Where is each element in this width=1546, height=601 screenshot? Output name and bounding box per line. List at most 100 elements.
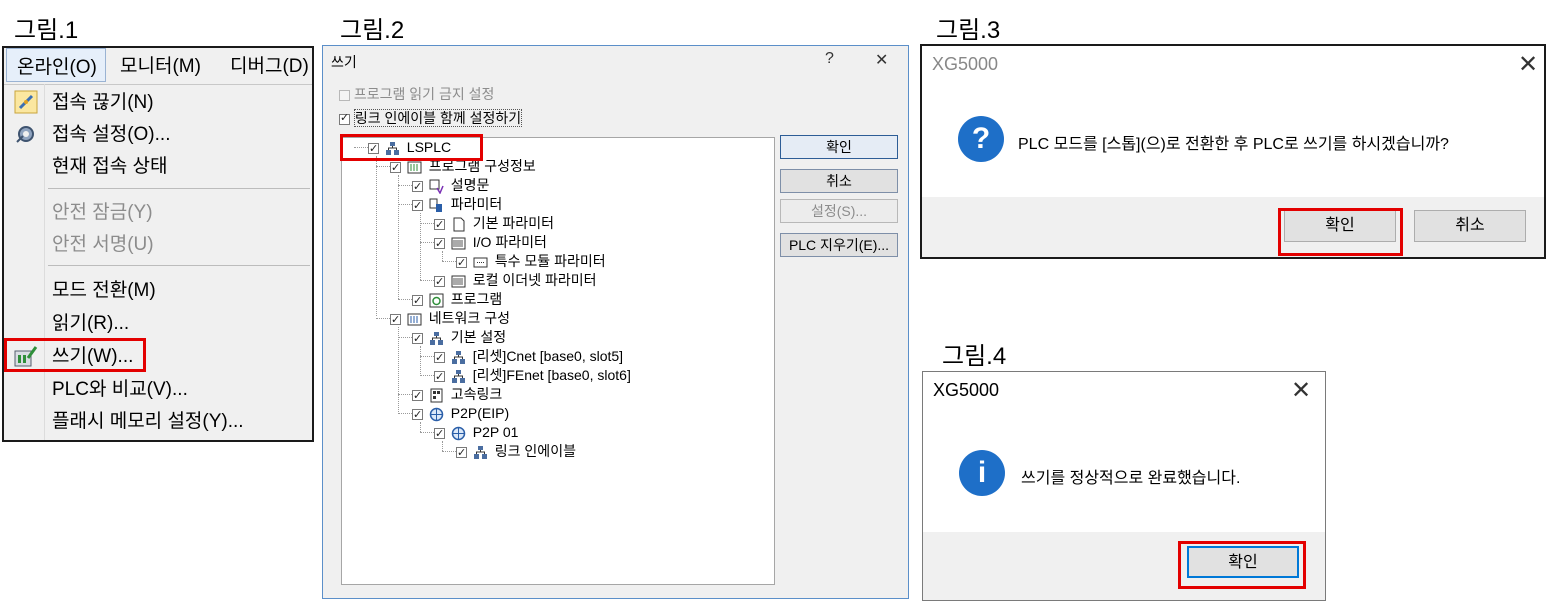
menu-item-disconnect[interactable]: 접속 끊기(N) bbox=[4, 86, 312, 118]
online-menu-panel: 온라인(O) 모니터(M) 디버그(D) 접속 끊기(N) 접속 설정(O)..… bbox=[2, 46, 314, 442]
read-protect-checkbox bbox=[339, 89, 350, 101]
tree-checkbox[interactable] bbox=[412, 406, 423, 424]
tree-checkbox[interactable] bbox=[412, 330, 423, 348]
tree-node-special-module-parameters[interactable]: 특수 모듈 파라미터 bbox=[456, 252, 606, 272]
question-icon: ? bbox=[958, 116, 1004, 162]
menu-item-label: 접속 끊기(N) bbox=[52, 92, 154, 113]
tree-node-program-config[interactable]: 프로그램 구성정보 bbox=[390, 157, 536, 177]
io-module-icon bbox=[451, 237, 466, 250]
menu-separator bbox=[48, 265, 310, 266]
menu-item-label: 안전 잠금(Y) bbox=[52, 202, 153, 223]
menu-item-connection-status[interactable]: 현재 접속 상태 bbox=[4, 150, 312, 182]
option-label: 프로그램 읽기 금지 설정 bbox=[353, 86, 495, 102]
tree-node-basic-parameters[interactable]: 기본 파라미터 bbox=[434, 214, 554, 234]
tree-checkbox[interactable] bbox=[434, 216, 445, 234]
done-dialog: XG5000 ✕ i 쓰기를 정상적으로 완료했습니다. 확인 bbox=[922, 371, 1326, 601]
tree-node-label: I/O 파라미터 bbox=[472, 234, 547, 250]
plc-rack-icon bbox=[407, 161, 422, 174]
comment-icon bbox=[429, 179, 444, 194]
tree-checkbox[interactable] bbox=[456, 254, 467, 272]
tree-checkbox[interactable] bbox=[390, 311, 401, 329]
high-speed-link-icon bbox=[430, 388, 443, 403]
close-button[interactable]: ✕ bbox=[875, 50, 888, 70]
tree-node-parameters[interactable]: 파라미터 bbox=[412, 195, 503, 215]
menu-item-connection-settings[interactable]: 접속 설정(O)... bbox=[4, 118, 312, 150]
tree-checkbox[interactable] bbox=[434, 235, 445, 253]
tree-node-label: 기본 설정 bbox=[450, 329, 507, 345]
option-read-protect: 프로그램 읽기 금지 설정 bbox=[339, 84, 494, 104]
confirm-dialog: XG5000 ✕ ? PLC 모드를 [스톱](으)로 전환한 후 PLC로 쓰… bbox=[920, 44, 1546, 259]
ok-button[interactable]: 확인 bbox=[1187, 546, 1299, 578]
globe-icon bbox=[451, 426, 466, 441]
menu-tab-monitor[interactable]: 모니터(M) bbox=[120, 48, 201, 82]
figure-1-caption: 그림.1 bbox=[14, 17, 79, 44]
tree-checkbox[interactable] bbox=[434, 273, 445, 291]
info-icon: i bbox=[959, 450, 1005, 496]
dialog-title: XG5000 bbox=[932, 54, 999, 74]
link-enable-checkbox[interactable] bbox=[339, 111, 350, 125]
close-icon[interactable]: ✕ bbox=[1518, 50, 1538, 79]
network-node-icon bbox=[451, 350, 465, 364]
tree-node-link-enable[interactable]: 링크 인에이블 bbox=[456, 442, 576, 462]
tree-checkbox[interactable] bbox=[412, 387, 423, 405]
tree-node-label: 파라미터 bbox=[450, 196, 503, 212]
tree-node-label: 프로그램 bbox=[450, 291, 503, 307]
tree-checkbox[interactable] bbox=[456, 444, 467, 462]
tree-checkbox[interactable] bbox=[434, 349, 445, 367]
tree-node-lsplc[interactable]: LSPLC bbox=[368, 138, 451, 158]
menu-item-write[interactable]: 쓰기(W)... bbox=[4, 340, 312, 372]
dialog-footer: 확인 취소 bbox=[922, 197, 1544, 257]
menu-item-label: PLC와 비교(V)... bbox=[52, 379, 188, 400]
parameter-icon bbox=[429, 198, 442, 212]
ok-button[interactable]: 확인 bbox=[1284, 210, 1396, 242]
tree-node-io-parameters[interactable]: I/O 파라미터 bbox=[434, 233, 547, 253]
dialog-title: XG5000 bbox=[933, 380, 1000, 400]
figure-4-caption: 그림.4 bbox=[942, 343, 1007, 370]
tree-node-local-ethernet-parameters[interactable]: 로컬 이더넷 파라미터 bbox=[434, 271, 596, 291]
tree-checkbox[interactable] bbox=[434, 425, 445, 443]
help-button[interactable]: ? bbox=[825, 50, 834, 68]
ethernet-module-icon bbox=[451, 275, 466, 288]
close-icon[interactable]: ✕ bbox=[1291, 376, 1311, 405]
tree-node-network-config[interactable]: 네트워크 구성 bbox=[390, 309, 510, 329]
tree-node-label: 프로그램 구성정보 bbox=[428, 158, 536, 174]
document-icon bbox=[453, 217, 465, 232]
disconnect-icon bbox=[14, 90, 38, 114]
tree-checkbox[interactable] bbox=[412, 178, 423, 196]
tree-node-program[interactable]: 프로그램 bbox=[412, 290, 503, 310]
menu-item-label: 플래시 메모리 설정(Y)... bbox=[52, 411, 244, 432]
globe-icon bbox=[429, 407, 444, 422]
cancel-button[interactable]: 취소 bbox=[780, 169, 898, 193]
menu-tab-debug[interactable]: 디버그(D) bbox=[230, 48, 309, 82]
option-link-enable[interactable]: 링크 인에이블 함께 설정하기 bbox=[339, 108, 523, 128]
ok-button[interactable]: 확인 bbox=[780, 135, 898, 159]
clear-plc-button[interactable]: PLC 지우기(E)... bbox=[780, 233, 898, 257]
menu-item-read[interactable]: 읽기(R)... bbox=[4, 307, 312, 339]
tree-checkbox[interactable] bbox=[368, 140, 379, 158]
tree-node-label: [리셋]FEnet [base0, slot6] bbox=[472, 367, 631, 383]
tree-node-p2p-eip[interactable]: P2P(EIP) bbox=[412, 404, 509, 424]
tree-node-fenet[interactable]: [리셋]FEnet [base0, slot6] bbox=[434, 366, 631, 386]
tree-node-cnet[interactable]: [리셋]Cnet [base0, slot5] bbox=[434, 347, 624, 367]
menu-item-flash-memory-settings[interactable]: 플래시 메모리 설정(Y)... bbox=[4, 405, 312, 437]
menu-item-compare-plc[interactable]: PLC와 비교(V)... bbox=[4, 373, 312, 405]
tree-node-basic-settings[interactable]: 기본 설정 bbox=[412, 328, 507, 348]
write-dialog: 쓰기 ? ✕ 프로그램 읽기 금지 설정 링크 인에이블 함께 설정하기 bbox=[322, 45, 909, 599]
tree-checkbox[interactable] bbox=[390, 159, 401, 177]
tree-checkbox[interactable] bbox=[434, 368, 445, 386]
tree-node-label: 특수 모듈 파라미터 bbox=[494, 253, 606, 269]
tree-node-description[interactable]: 설명문 bbox=[412, 176, 489, 196]
cancel-button[interactable]: 취소 bbox=[1414, 210, 1526, 242]
project-tree[interactable]: LSPLC 프로그램 구성정보 설명문 파라미터 기본 파라미터 I/O 파라미… bbox=[341, 137, 775, 585]
tree-checkbox[interactable] bbox=[412, 197, 423, 215]
tree-node-p2p-01[interactable]: P2P 01 bbox=[434, 423, 518, 443]
menu-item-label: 접속 설정(O)... bbox=[52, 124, 171, 145]
tree-node-label: [리셋]Cnet [base0, slot5] bbox=[472, 348, 624, 364]
program-icon bbox=[429, 293, 444, 308]
tree-node-high-speed-link[interactable]: 고속링크 bbox=[412, 385, 502, 405]
confirm-message: PLC 모드를 [스톱](으)로 전환한 후 PLC로 쓰기를 하시겠습니까? bbox=[1018, 136, 1449, 153]
menu-item-mode-change[interactable]: 모드 전환(M) bbox=[4, 274, 312, 306]
tree-checkbox[interactable] bbox=[412, 292, 423, 310]
figure-2-caption: 그림.2 bbox=[340, 17, 405, 44]
menu-tab-online[interactable]: 온라인(O) bbox=[6, 48, 106, 82]
